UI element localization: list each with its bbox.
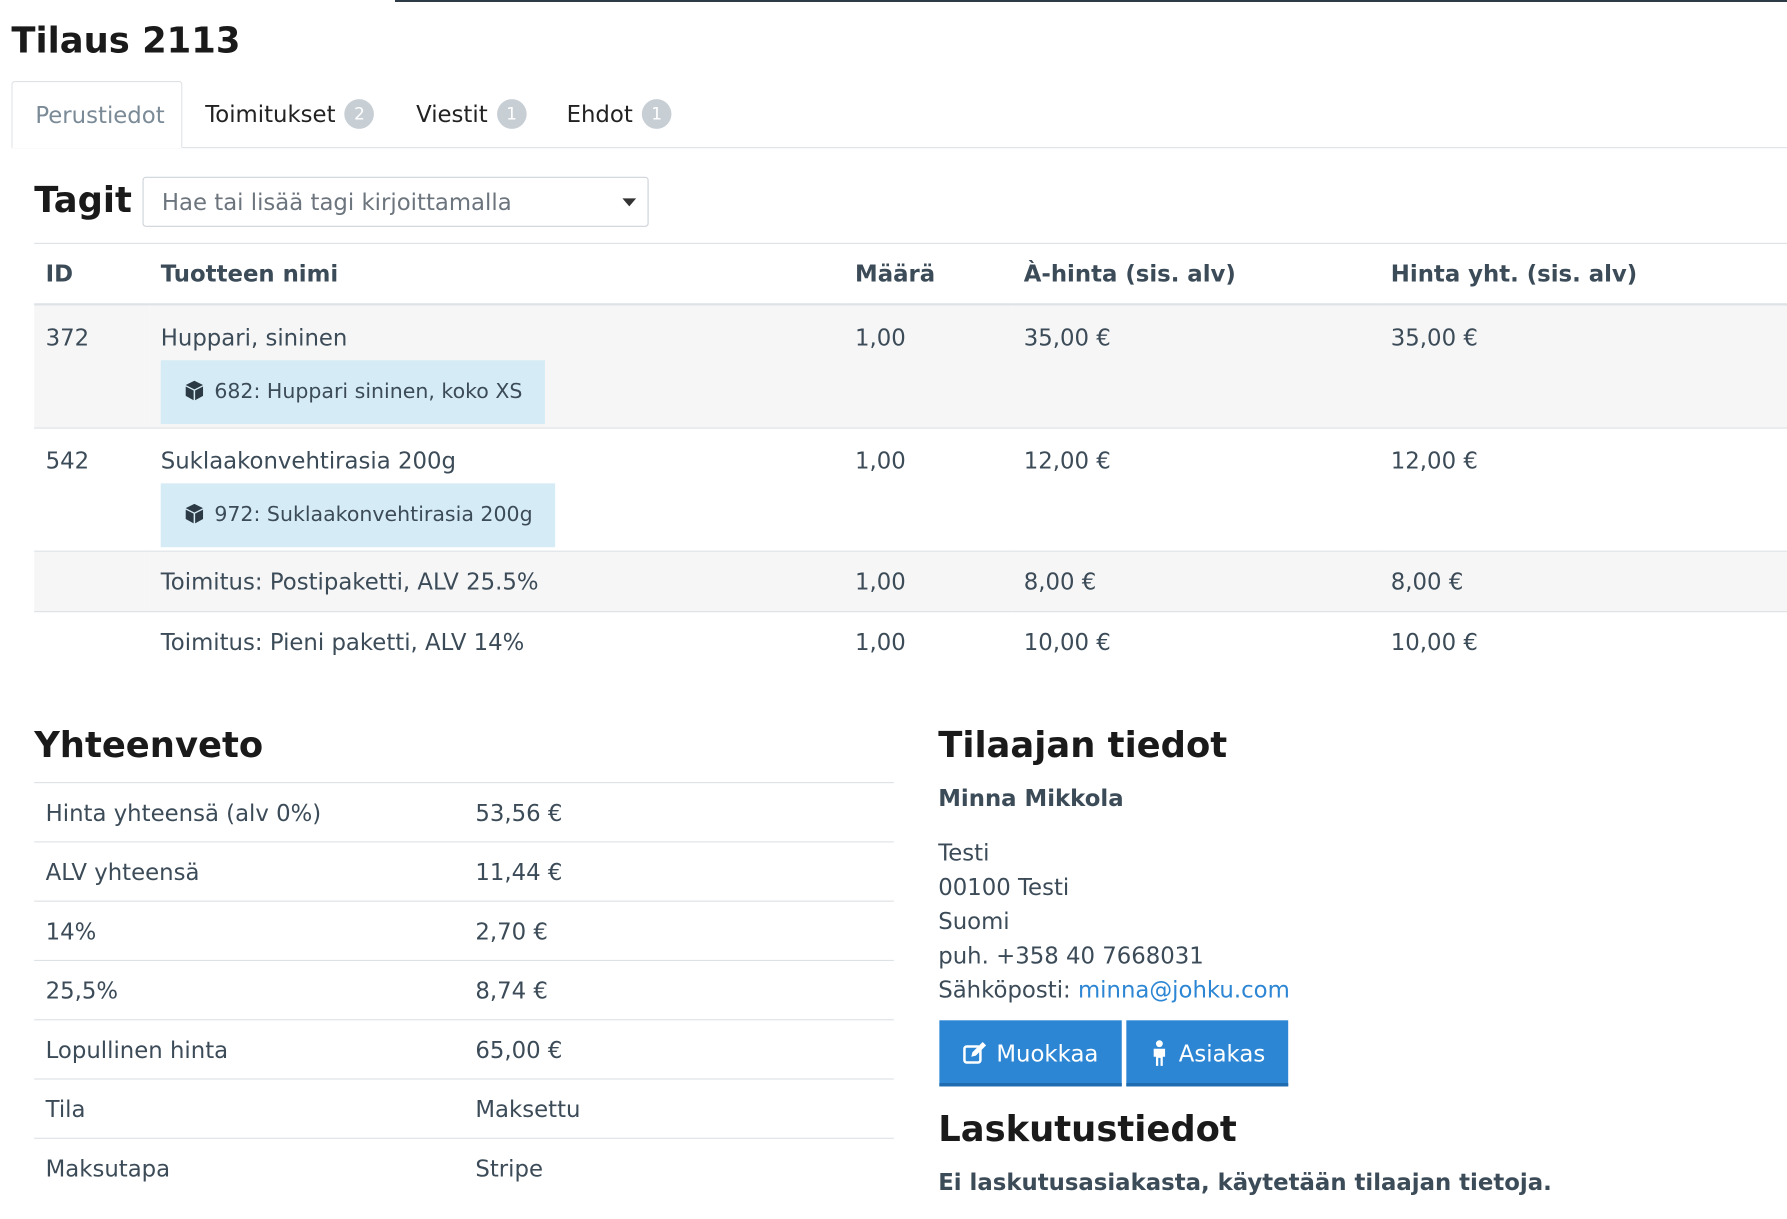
summary-value: 53,56 €	[463, 782, 894, 842]
email-label: Sähköposti:	[938, 975, 1078, 1004]
table-row: 372 Huppari, sininen 682: Huppari sinine…	[34, 303, 1787, 429]
summary-key: Lopullinen hinta	[34, 1019, 464, 1080]
address-country: Suomi	[938, 907, 1010, 935]
tab-toimitukset[interactable]: Toimitukset 2	[182, 81, 397, 147]
item-unit-price: 35,00 €	[1023, 323, 1111, 352]
summary-key: Hinta yhteensä (alv 0%)	[34, 782, 464, 842]
summary-value: Stripe	[463, 1137, 894, 1197]
item-name: Huppari, sininen	[160, 323, 348, 352]
person-icon	[1153, 1039, 1166, 1066]
table-header-row: ID Tuotteen nimi Määrä À-hinta (sis. alv…	[34, 242, 1787, 306]
tab-viestit[interactable]: Viestit 1	[393, 81, 549, 147]
summary-row: Tila Maksettu	[34, 1078, 894, 1139]
column-header: Hinta yht. (sis. alv)	[1379, 242, 1787, 306]
tab-label: Ehdot	[566, 100, 633, 128]
edit-button[interactable]: Muokkaa	[939, 1020, 1122, 1087]
item-id: 372	[45, 323, 90, 352]
cube-icon	[185, 503, 204, 523]
customer-button[interactable]: Asiakas	[1126, 1020, 1289, 1087]
customer-address: Testi 00100 Testi Suomi puh. +358 40 766…	[938, 836, 1290, 1007]
summary-row: Maksutapa Stripe	[34, 1137, 894, 1197]
summary-key: Tila	[34, 1078, 464, 1139]
summary-row: Hinta yhteensä (alv 0%) 53,56 €	[34, 782, 894, 842]
summary-value: Maksettu	[463, 1078, 894, 1139]
table-row: 542 Suklaakonvehtirasia 200g 972: Suklaa…	[34, 427, 1787, 552]
item-name: Toimitus: Pieni paketti, ALV 14%	[160, 628, 525, 656]
tags-heading: Tagit	[34, 180, 132, 222]
cube-icon	[185, 380, 204, 400]
caret-down-icon[interactable]	[622, 198, 637, 207]
summary-key: 14%	[34, 900, 464, 961]
count-badge: 1	[641, 98, 672, 129]
billing-heading: Laskutustiedot	[938, 1109, 1237, 1151]
variant-label: 972: Suklaakonvehtirasia 200g	[214, 502, 533, 527]
column-header: À-hinta (sis. alv)	[1012, 242, 1380, 306]
tab-bar: Perustiedot Toimitukset 2 Viestit 1 Ehdot 1	[11, 80, 1787, 149]
item-qty: 1,00	[855, 628, 906, 656]
variant-chip[interactable]: 972: Suklaakonvehtirasia 200g	[160, 483, 556, 548]
customer-name: Minna Mikkola	[938, 784, 1124, 812]
summary-value: 8,74 €	[463, 959, 894, 1020]
page-title: Tilaus 2113	[11, 20, 241, 62]
tab-label: Viestit	[416, 100, 488, 128]
address-street: Testi	[938, 839, 990, 867]
summary-row: 25,5% 8,74 €	[34, 959, 894, 1020]
tab-perustiedot[interactable]: Perustiedot	[11, 80, 183, 149]
summary-key: ALV yhteensä	[34, 841, 464, 902]
summary-key: 25,5%	[34, 959, 464, 1020]
item-unit-price: 10,00 €	[1023, 628, 1111, 656]
tag-search-select[interactable]: Hae tai lisää tagi kirjoittamalla	[142, 176, 649, 227]
summary-row: 14% 2,70 €	[34, 900, 894, 961]
variant-chip[interactable]: 682: Huppari sininen, koko XS	[160, 360, 546, 425]
summary-key: Maksutapa	[34, 1137, 464, 1197]
edit-button-label: Muokkaa	[996, 1039, 1099, 1068]
order-items-table: ID Tuotteen nimi Määrä À-hinta (sis. alv…	[34, 242, 1787, 672]
item-unit-price: 8,00 €	[1023, 567, 1097, 596]
item-name: Suklaakonvehtirasia 200g	[160, 446, 456, 475]
count-badge: 2	[344, 98, 375, 129]
tab-label: Perustiedot	[35, 101, 165, 129]
variant-label: 682: Huppari sininen, koko XS	[214, 379, 523, 404]
tag-search-placeholder: Hae tai lisää tagi kirjoittamalla	[161, 188, 512, 216]
summary-heading: Yhteenveto	[34, 725, 264, 767]
customer-email-line: Sähköposti: minna@johku.com	[938, 972, 1290, 1006]
column-header: Määrä	[843, 242, 1013, 306]
item-id: 542	[45, 446, 90, 475]
item-name: Toimitus: Postipaketti, ALV 25.5%	[160, 567, 539, 596]
summary-row: Lopullinen hinta 65,00 €	[34, 1019, 894, 1080]
summary-value: 65,00 €	[463, 1019, 894, 1080]
column-header: ID	[34, 242, 150, 306]
summary-row: ALV yhteensä 11,44 €	[34, 841, 894, 902]
summary-value: 2,70 €	[463, 900, 894, 961]
customer-button-label: Asiakas	[1178, 1039, 1266, 1068]
top-border	[395, 0, 1787, 2]
item-total: 10,00 €	[1390, 628, 1478, 656]
customer-phone: puh. +358 40 7668031	[938, 941, 1204, 969]
billing-note: Ei laskutusasiakasta, käytetään tilaajan…	[938, 1168, 1552, 1196]
item-qty: 1,00	[855, 567, 906, 596]
item-unit-price: 12,00 €	[1023, 446, 1111, 475]
table-row: Toimitus: Pieni paketti, ALV 14% 1,00 10…	[34, 611, 1787, 672]
item-qty: 1,00	[855, 446, 906, 475]
address-postal: 00100 Testi	[938, 873, 1070, 901]
tab-label: Toimitukset	[205, 100, 336, 128]
email-link[interactable]: minna@johku.com	[1078, 976, 1290, 1003]
edit-icon	[963, 1041, 987, 1064]
column-header: Tuotteen nimi	[149, 242, 844, 306]
item-id	[46, 552, 138, 568]
item-id	[46, 612, 138, 628]
item-total: 35,00 €	[1390, 323, 1478, 352]
item-total: 12,00 €	[1390, 446, 1478, 475]
summary-table: Hinta yhteensä (alv 0%) 53,56 € ALV yhtee…	[34, 782, 894, 1197]
customer-heading: Tilaajan tiedot	[938, 725, 1228, 767]
item-total: 8,00 €	[1390, 567, 1464, 596]
summary-value: 11,44 €	[463, 841, 894, 902]
table-row: Toimitus: Postipaketti, ALV 25.5% 1,00 8…	[34, 550, 1787, 612]
item-qty: 1,00	[855, 323, 906, 352]
tab-ehdot[interactable]: Ehdot 1	[544, 81, 695, 147]
count-badge: 1	[496, 98, 527, 129]
